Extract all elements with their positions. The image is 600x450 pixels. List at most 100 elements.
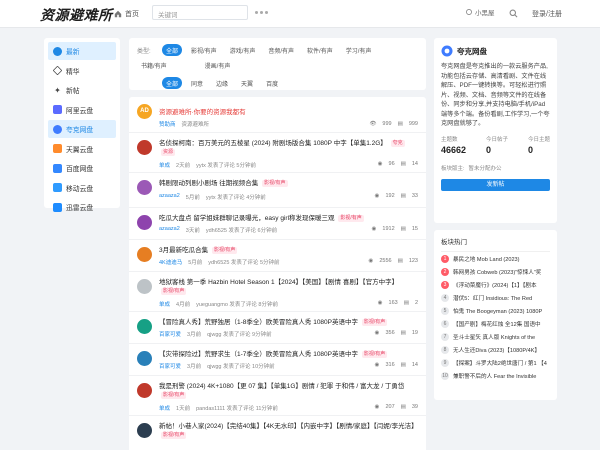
post-author[interactable]: 4K迪迪马 [159,258,182,266]
avatar[interactable] [137,140,152,155]
avatar[interactable] [137,180,152,195]
hot-item[interactable]: 10 兼职警不后的人 Fear the Invisible [441,369,550,382]
sidebar-item-label: 百度网盘 [66,166,94,173]
post-author[interactable]: azaaza2 [159,226,180,234]
filter-tag[interactable]: 学习/有声 [342,44,376,56]
sidebar-item-new[interactable]: ✦ 新帖 [48,81,116,99]
nav-home-link[interactable]: 首页 [114,9,139,19]
avatar[interactable] [137,383,152,398]
avatar[interactable] [137,279,152,294]
post-meta-text: 资源避难所 [181,122,210,128]
comment-icon: ▤ [400,193,406,199]
rank-number: 1 [441,254,449,263]
post-title[interactable]: 【冒险真人秀】荒野独居（1-8季全）欧美冒险真人秀 1080P英语中字 影视/有… [159,318,419,327]
search-icon[interactable] [509,9,518,18]
avatar[interactable] [137,247,152,262]
post-item[interactable]: 【冒险真人秀】荒野独居（1-8季全）欧美冒险真人秀 1080P英语中字 影视/有… [129,312,426,344]
bird-icon [466,9,472,15]
post-title[interactable]: 3月最新吃瓜合集 影视/有声 [159,246,419,255]
sidebar-item-quark[interactable]: 夸克网盘 [48,120,116,138]
hot-item[interactable]: 5 怕鬼 The Boogeyman (2023) 1080P [441,304,550,317]
post-item[interactable]: 吃瓜大盘点 留学姐妹群聊记录曝光，easy girl称发现保暖三观 影视/有声 … [129,208,426,240]
rank-number: 9 [441,358,449,367]
filter-tag[interactable]: 边缘 [212,77,232,89]
post-stats: ◉ 192 ▤ 33 [375,193,418,199]
post-title[interactable]: 我是刑警 (2024) 4K+1080【更 07 集】【单集1G】剧情 / 犯罪… [159,382,419,400]
post-title[interactable]: 韩剧限动列剧小剧场 往期视频合集 影视/有声 [159,179,419,188]
post-item-pinned[interactable]: AD 资源避难所·你要的资源我都有 赞助商 资源避难所 👁 999 ▤ 999 [129,97,426,133]
more-dots-icon[interactable] [255,11,258,14]
filter-tag[interactable]: 全部 [162,77,183,89]
post-title[interactable]: 名侦探柯南：百万美元的五棱星 (2024) 附剧场版合集 1080P 中字【单集… [159,139,419,157]
post-author[interactable]: 百家可爱 [159,362,181,370]
new-post-button[interactable]: 发新帖 [441,178,550,191]
sidebar-item-latest[interactable]: 最新 [48,42,116,60]
post-stats: ◉ 316 ▤ 14 [375,362,418,368]
post-item[interactable]: 地狱客栈 第一季 Hazbin Hotel Season 1【2024】【美国】… [129,272,426,312]
blackroom-link[interactable]: 小黑屋 [465,7,495,17]
post-badge: 影视/有声 [161,432,187,439]
post-time: 1天前 [176,406,191,412]
filter-tag[interactable]: 软件/有声 [303,44,337,56]
post-item[interactable]: 3月最新吃瓜合集 影视/有声 4K迪迪马 5月前 ydh6525 发表了评论 5… [129,240,426,272]
filter-tag[interactable]: 影视/有声 [187,44,221,56]
hot-item[interactable]: 4 潜伏5：红门 Insidious: The Red [441,291,550,304]
hot-item[interactable]: 2 韩网男孩 Cobweb (2023)“惊悚人”奖 [441,265,550,278]
post-title[interactable]: 【灾带探险过】荒野求生（1-7季全）欧美冒险真人秀 1080P英语中字 影视/有… [159,350,419,359]
post-title[interactable]: 吃瓜大盘点 留学姐妹群聊记录曝光，easy girl称发现保暖三观 影视/有声 [159,214,419,223]
filter-tag[interactable]: 音频/有声 [264,44,298,56]
post-item[interactable]: 名侦探柯南：百万美元的五棱星 (2024) 附剧场版合集 1080P 中字【单集… [129,133,426,173]
sidebar-item-aliyun[interactable]: 阿里云盘 [48,101,116,119]
post-author[interactable]: 赞助商 [159,120,176,128]
hot-item[interactable]: 8 无人生还Diva (2023)【1080P/4K】 [441,343,550,356]
post-badge: 夸克 [390,140,405,147]
post-meta: 单成 4月前 yueguangmo 发表了评论 8分钟前 [159,300,278,308]
post-item[interactable]: 新帖！小巷人家(2024)【完结40集】【4K无水印】【内嵌中字】【剧情/家庭】… [129,416,426,450]
post-title[interactable]: 资源避难所·你要的资源我都有 [159,108,419,117]
hot-item[interactable]: 6 【国产剧】梅花红烛 全12集 国语中 [441,317,550,330]
filter-tag[interactable]: 百度 [262,77,282,89]
sidebar-item-featured[interactable]: 精华 [48,62,116,80]
filter-tag[interactable]: 天翼 [237,77,257,89]
avatar[interactable]: AD [137,104,152,119]
search-input[interactable]: 关键词 [152,5,248,20]
xunlei-icon [53,202,62,212]
post-item[interactable]: 韩剧限动列剧小剧场 往期视频合集 影视/有声 azaaza2 5月前 yytx … [129,173,426,208]
login-register-link[interactable]: 登录/注册 [532,9,562,19]
sidebar-item-tianyi[interactable]: 天翼云盘 [48,140,116,158]
post-item[interactable]: 【灾带探险过】荒野求生（1-7季全）欧美冒险真人秀 1080P英语中字 影视/有… [129,344,426,376]
sidebar-item-mobile-cloud[interactable]: 移动云盘 [48,179,116,197]
post-title[interactable]: 新帖！小巷人家(2024)【完结40集】【4K无水印】【内嵌中字】【剧情/家庭】… [159,422,419,440]
hot-item[interactable]: 7 圣斗士星矢 真人版 Knights of the [441,330,550,343]
post-badge: 影视/有声 [161,288,187,295]
filter-tag[interactable]: 全部 [162,44,183,56]
filter-tag[interactable]: 漫画/有声 [201,59,235,71]
sidebar-item-xunlei[interactable]: 迅雷云盘 [48,198,116,216]
filter-tag[interactable]: 游戏/有声 [226,44,260,56]
post-author[interactable]: 单成 [159,161,170,169]
post-author[interactable]: azaaza2 [159,193,180,201]
sidebar-item-label: 迅雷云盘 [66,205,94,212]
filter-tag[interactable]: 书籍/有声 [137,59,171,71]
hot-item[interactable]: 1 暴民之地 Mob Land (2023) [441,252,550,265]
post-last-reply: yytx 发表了评论 5分钟前 [196,163,256,169]
post-item[interactable]: 我是刑警 (2024) 4K+1080【更 07 集】【单集1G】剧情 / 犯罪… [129,376,426,416]
home-icon [114,10,122,18]
avatar[interactable] [137,215,152,230]
site-logo[interactable]: 资源避难所 [40,5,113,25]
hot-list-card: 板块热门 1 暴民之地 Mob Land (2023) 2 韩网男孩 Cobweb … [434,230,557,400]
avatar[interactable] [137,319,152,334]
post-author[interactable]: 单成 [159,300,170,308]
filter-tag[interactable]: 同意 [187,77,207,89]
clock-icon [53,46,62,56]
post-badge: 影视/有声 [262,180,288,187]
avatar[interactable] [137,423,152,438]
hot-item[interactable]: 3 《浮动菜魔行》(2024)【1】【剧本 [441,278,550,291]
sidebar-item-baidu[interactable]: 百度网盘 [48,159,116,177]
hot-item[interactable]: 9 【探案】斗罗大陆2绝世唐门 / 第1 【4 [441,356,550,369]
avatar[interactable] [137,351,152,366]
post-author[interactable]: 百家可爱 [159,330,181,338]
rank-number: 5 [441,306,449,315]
post-title[interactable]: 地狱客栈 第一季 Hazbin Hotel Season 1【2024】【美国】… [159,278,419,296]
post-author[interactable]: 单成 [159,404,170,412]
